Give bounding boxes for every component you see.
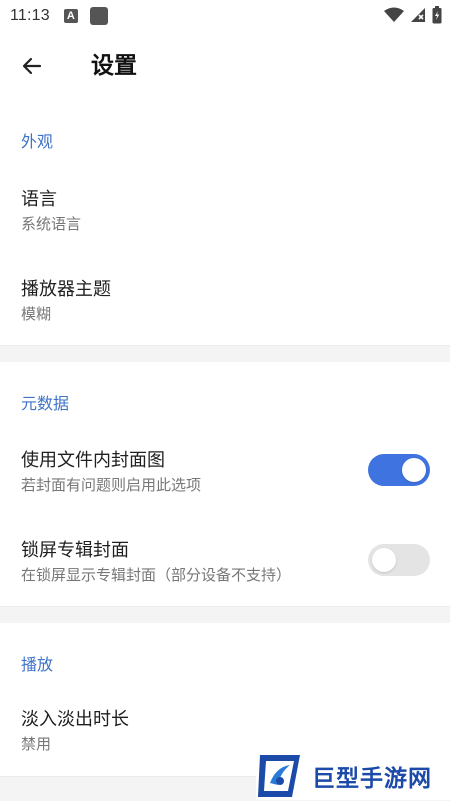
page-title: 设置 (91, 53, 137, 79)
app-notification-icon (89, 7, 108, 25)
signal-icon (411, 8, 425, 22)
toggle-thumb (372, 548, 396, 572)
app-bar: 设置 (0, 38, 450, 94)
watermark-text: 巨型手游网 (312, 766, 432, 792)
lockscreen-cover-toggle[interactable] (368, 544, 430, 576)
status-icons (384, 6, 442, 24)
setting-subtitle: 模糊 (21, 305, 52, 323)
toggle-thumb (402, 458, 426, 482)
section-header-playback: 播放 (21, 655, 54, 674)
setting-title: 锁屏专辑封面 (21, 540, 129, 561)
watermark: 巨型手游网 (256, 752, 450, 800)
a-notification-icon: A (63, 9, 78, 23)
setting-subtitle: 在锁屏显示专辑封面（部分设备不支持） (21, 566, 292, 584)
setting-subtitle: 系统语言 (21, 215, 82, 233)
wifi-icon (384, 7, 404, 22)
embedded-cover-toggle[interactable] (368, 454, 430, 486)
setting-title: 语言 (21, 189, 57, 210)
setting-item-lockscreen-cover[interactable]: 锁屏专辑封面 在锁屏显示专辑封面（部分设备不支持） (0, 523, 450, 603)
setting-subtitle: 禁用 (21, 735, 52, 753)
section-divider (0, 345, 450, 362)
setting-title: 淡入淡出时长 (21, 709, 129, 730)
watermark-logo-icon (258, 755, 300, 797)
arrow-back-icon (22, 57, 42, 75)
back-button[interactable] (16, 50, 48, 82)
setting-item-embedded-cover[interactable]: 使用文件内封面图 若封面有问题则启用此选项 (0, 433, 450, 513)
setting-item-language[interactable]: 语言 系统语言 (0, 172, 450, 252)
setting-title: 使用文件内封面图 (21, 450, 165, 471)
setting-title: 播放器主题 (21, 279, 111, 300)
section-header-appearance: 外观 (21, 132, 54, 151)
section-header-metadata: 元数据 (21, 394, 70, 413)
setting-item-player-theme[interactable]: 播放器主题 模糊 (0, 262, 450, 342)
battery-icon (432, 6, 442, 24)
status-bar: 11:13 A (0, 0, 450, 32)
setting-subtitle: 若封面有问题则启用此选项 (21, 476, 202, 494)
status-time: 11:13 (10, 7, 50, 24)
section-divider (0, 606, 450, 623)
